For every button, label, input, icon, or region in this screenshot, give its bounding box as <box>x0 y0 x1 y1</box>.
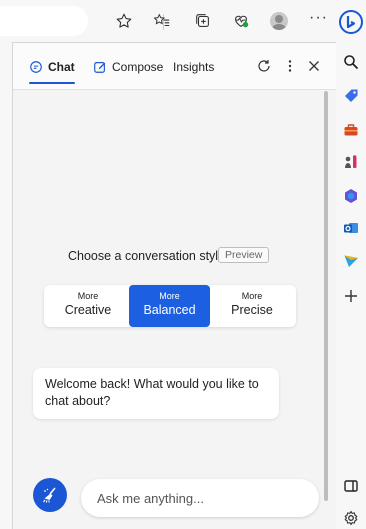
style-balanced-small: More <box>159 291 180 301</box>
settings-icon[interactable] <box>341 508 361 528</box>
tab-chat[interactable]: Chat <box>29 56 75 84</box>
search-icon[interactable] <box>341 52 361 72</box>
tab-compose-label: Compose <box>112 60 164 74</box>
address-bar[interactable] <box>0 6 88 36</box>
browser-toolbar: ··· <box>0 0 336 42</box>
panel-header: Chat Compose Insights <box>13 43 336 90</box>
style-creative-label: Creative <box>64 303 112 317</box>
style-balanced-button[interactable]: More Balanced <box>129 285 210 327</box>
more-icon[interactable]: ··· <box>309 9 328 27</box>
style-creative-button[interactable]: More Creative <box>48 285 128 327</box>
close-icon[interactable] <box>304 56 324 76</box>
favorites-icon[interactable] <box>152 11 172 31</box>
preview-badge: Preview <box>218 247 270 263</box>
add-icon[interactable] <box>341 286 361 306</box>
tab-chat-label: Chat <box>48 60 75 74</box>
style-creative-small: More <box>77 291 99 301</box>
browser-essentials-icon[interactable] <box>231 11 251 31</box>
collections-icon[interactable] <box>193 11 213 31</box>
scrollbar[interactable] <box>324 91 328 501</box>
style-precise-small: More <box>241 291 263 301</box>
tab-insights-label: Insights <box>173 60 215 74</box>
tools-icon[interactable] <box>341 120 361 140</box>
edge-sidebar <box>336 0 366 529</box>
ask-input[interactable] <box>81 479 319 517</box>
compose-icon <box>94 62 106 73</box>
drop-icon[interactable] <box>341 250 361 270</box>
tab-insights[interactable]: Insights <box>173 56 214 78</box>
bing-icon[interactable] <box>339 10 363 34</box>
shopping-tag-icon[interactable] <box>341 86 361 106</box>
profile-avatar[interactable] <box>270 12 288 30</box>
office-icon[interactable] <box>341 186 361 206</box>
outlook-icon[interactable] <box>341 218 361 238</box>
tab-compose[interactable]: Compose <box>93 56 163 78</box>
style-balanced-label: Balanced <box>143 303 196 317</box>
more-vertical-icon[interactable] <box>280 56 300 76</box>
games-icon[interactable] <box>341 152 361 172</box>
style-precise-label: Precise <box>231 303 273 317</box>
conversation-style-selector: More Creative More Balanced More Precise <box>44 285 296 327</box>
style-precise-button[interactable]: More Precise <box>212 285 292 327</box>
new-topic-button[interactable] <box>33 478 67 512</box>
chat-icon <box>30 61 42 73</box>
welcome-message: Welcome back! What would you like to cha… <box>33 368 279 419</box>
broom-icon <box>43 487 56 503</box>
conversation-style-label: Choose a conversation style <box>68 249 226 263</box>
copilot-chat-panel: Chat Compose Insights Choose a conversat… <box>12 42 336 529</box>
sidebar-toggle-icon[interactable] <box>341 476 361 496</box>
refresh-icon[interactable] <box>254 56 274 76</box>
star-icon[interactable] <box>114 11 134 31</box>
